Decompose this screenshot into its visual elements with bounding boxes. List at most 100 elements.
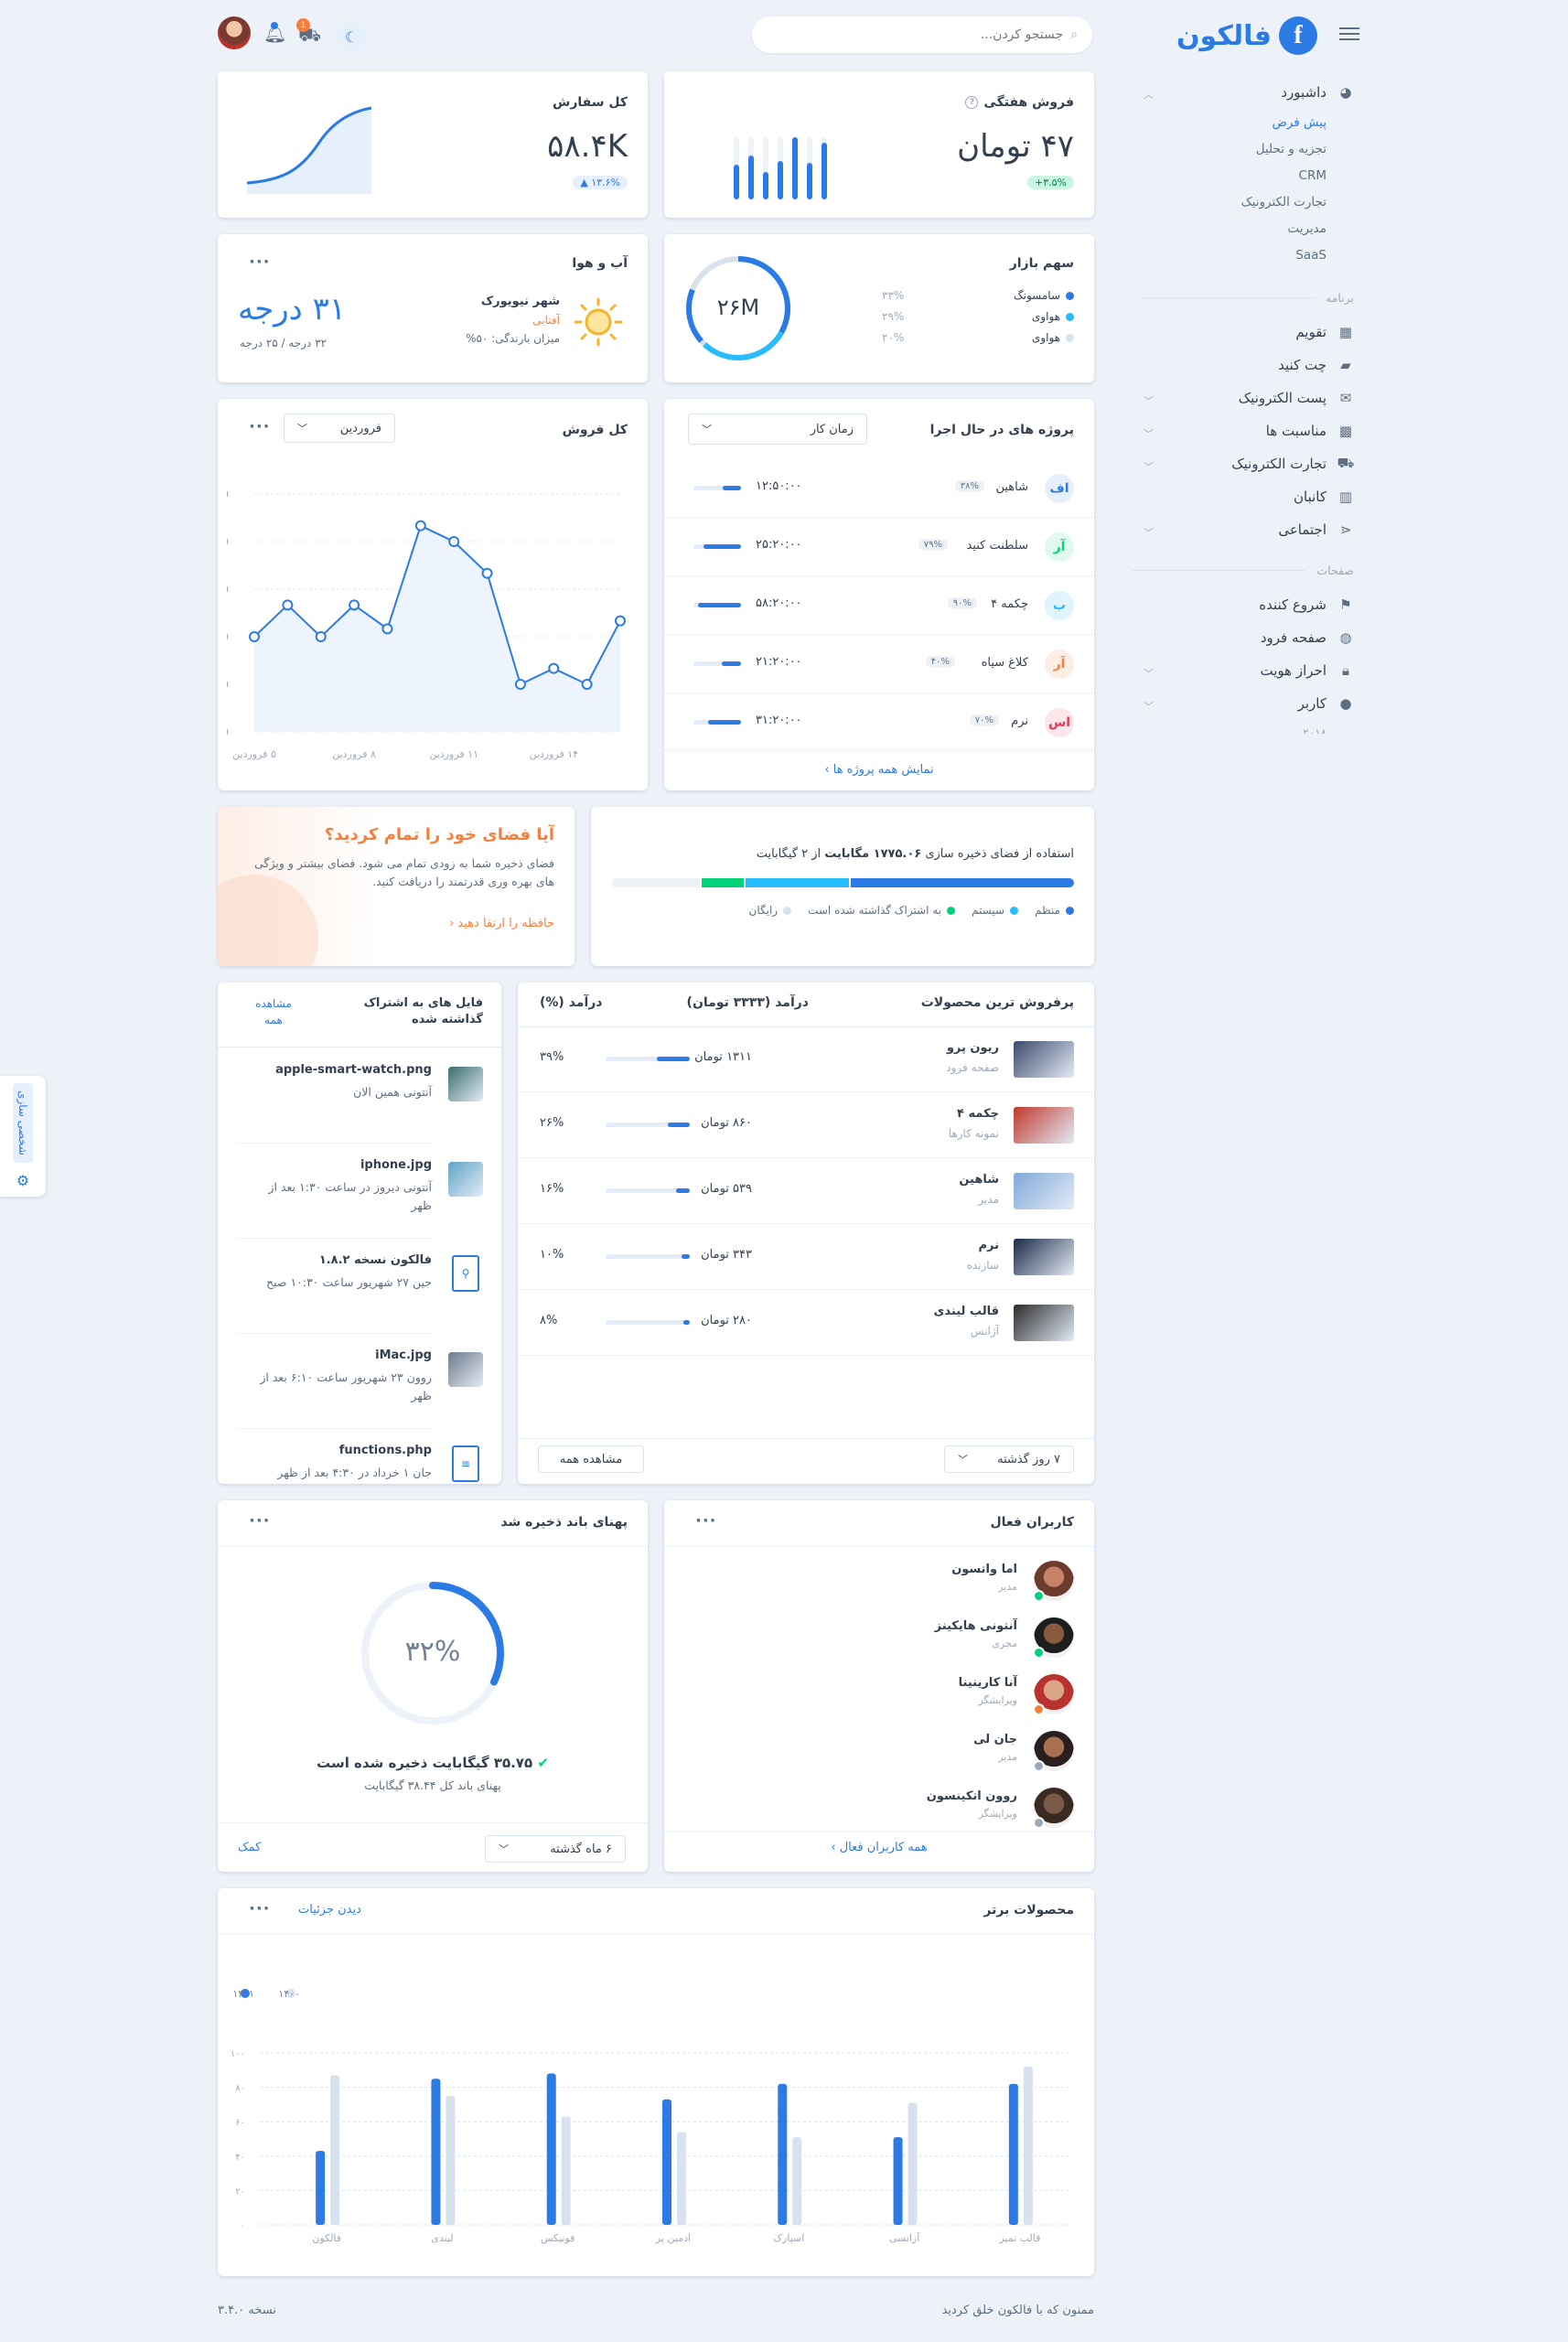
nav-sub-analytics[interactable]: تجزیه و تحلیل	[1256, 142, 1326, 156]
user-name[interactable]: جان لی	[973, 1733, 1017, 1746]
nav-events[interactable]: ▩ مناسبت ها	[1266, 423, 1354, 439]
nav-sub-management[interactable]: مدیریت	[1287, 221, 1326, 236]
file-item[interactable]: apple-smart-watch.png آنتونی همین الان	[218, 1063, 501, 1158]
file-item[interactable]: ≡ functions.php جان ۱ خرداد در ۴:۳۰ بعد از…	[218, 1444, 501, 1484]
product-name[interactable]: نرم	[979, 1239, 1000, 1252]
customize-tab[interactable]: شخصی سازی ⚙	[0, 1076, 46, 1197]
nav-landing[interactable]: ◍ صفحه فرود	[1261, 629, 1354, 646]
more-options-icon[interactable]: ···	[249, 417, 271, 436]
file-item[interactable]: iphone.jpg آنتونی دیروز در ساعت ۱:۳۰ بعد …	[218, 1158, 501, 1253]
line-point[interactable]	[381, 623, 393, 635]
user-name[interactable]: روون اتکینسون	[927, 1789, 1017, 1803]
period-select[interactable]: ۷ روز گذشته ﹀	[944, 1445, 1074, 1473]
nav-ecommerce[interactable]: ⛟ تجارت الکترونیک	[1231, 455, 1354, 472]
project-row[interactable]: اس نرم ۷۰% ۳۱:۲۰:۰۰	[664, 693, 1094, 752]
file-item[interactable]: ⚲ فالکون نسخه ۱.۸.۲ جین ۲۷ شهریور ساعت ۱۰:…	[218, 1253, 501, 1348]
chevron-up-icon[interactable]: ︿	[1144, 87, 1154, 102]
line-point[interactable]	[581, 679, 593, 690]
nav-social[interactable]: ⋖ اجتماعی	[1278, 521, 1354, 538]
user-name[interactable]: اما واتسون	[951, 1563, 1017, 1576]
file-name[interactable]: apple-smart-watch.png	[275, 1063, 432, 1077]
product-name[interactable]: شاهین	[959, 1173, 999, 1187]
line-point[interactable]	[615, 615, 626, 627]
project-row[interactable]: آر سلطنت کنید ۷۹% ۲۵:۲۰:۰۰	[664, 518, 1094, 576]
all-active-users-link[interactable]: همه کاربران فعال ›	[664, 1841, 1094, 1854]
line-point[interactable]	[315, 631, 327, 642]
table-row[interactable]: ریون پرو صفحه فرود ۱۳۱۱ تومان ۳۹%	[518, 1026, 1094, 1092]
month-select[interactable]: فروردین ﹀	[284, 414, 395, 443]
question-icon[interactable]: ?	[965, 96, 979, 109]
nav-sub-saas[interactable]: SaaS	[1295, 248, 1326, 263]
product-name[interactable]: چکمه ۴	[957, 1107, 999, 1121]
bar[interactable]	[662, 2099, 671, 2225]
table-row[interactable]: شاهین مدیر ۵۳۹ تومان ۱۶%	[518, 1158, 1094, 1224]
project-row[interactable]: اف شاهین ۳۸% ۱۲:۵۰:۰۰	[664, 459, 1094, 518]
nav-calendar[interactable]: ▦ تقویم	[1295, 324, 1354, 340]
menu-toggle-icon[interactable]	[1339, 27, 1359, 42]
bar[interactable]	[893, 2137, 903, 2225]
bar[interactable]	[431, 2079, 441, 2225]
nav-sub-default[interactable]: پیش فرض	[1272, 115, 1326, 130]
table-row[interactable]: قالب لیندی آژانس ۲۸۰ تومان ۸%	[518, 1290, 1094, 1356]
active-user-row[interactable]: آنتونی هایکینز مجری	[664, 1608, 1094, 1665]
chevron-down-icon[interactable]: ﹀	[1144, 525, 1154, 540]
file-name[interactable]: functions.php	[339, 1444, 432, 1457]
notifications-button[interactable]: 🔔︎	[263, 22, 286, 44]
bar[interactable]	[561, 2116, 571, 2225]
line-point[interactable]	[548, 662, 560, 674]
bar[interactable]	[1023, 2067, 1033, 2225]
help-link[interactable]: کمک	[238, 1841, 261, 1854]
more-options-icon[interactable]: ···	[249, 1899, 271, 1918]
line-point[interactable]	[514, 679, 526, 690]
theme-toggle[interactable]: ☾	[337, 22, 366, 51]
bar[interactable]	[677, 2132, 686, 2225]
active-user-row[interactable]: روون اتکینسون ویرایشگر	[664, 1778, 1094, 1835]
bar[interactable]	[316, 2151, 326, 2225]
chevron-down-icon[interactable]: ﹀	[1144, 666, 1154, 681]
nav-user[interactable]: ● کاربر	[1298, 695, 1354, 712]
table-row[interactable]: نرم سازنده ۳۴۳ تومان ۱۰%	[518, 1224, 1094, 1290]
chevron-down-icon[interactable]: ﹀	[1144, 393, 1154, 408]
search-input[interactable]	[789, 27, 1064, 42]
bar[interactable]	[908, 2102, 918, 2225]
line-point[interactable]	[414, 520, 426, 532]
bar[interactable]	[778, 2083, 788, 2225]
project-row[interactable]: ب چکمه ۴ ۹۰% ۵۸:۲۰:۰۰	[664, 576, 1094, 635]
more-options-icon[interactable]: ···	[695, 1511, 717, 1531]
active-user-row[interactable]: جان لی مدیر	[664, 1722, 1094, 1778]
see-details-link[interactable]: دیدن جزئیات	[298, 1903, 361, 1917]
cart-button[interactable]: ⛟ 1	[296, 18, 321, 48]
bar[interactable]	[1008, 2083, 1018, 2225]
product-name[interactable]: ریون پرو	[947, 1041, 999, 1055]
view-all-button[interactable]: مشاهده همه	[538, 1445, 644, 1473]
nav-starter[interactable]: ⚑ شروع کننده	[1259, 596, 1354, 613]
bar[interactable]	[446, 2096, 456, 2225]
show-all-projects-link[interactable]: نمایش همه پروژه ها ›	[664, 763, 1094, 777]
file-name[interactable]: iMac.jpg	[375, 1348, 432, 1362]
bar[interactable]	[546, 2073, 556, 2225]
table-row[interactable]: چکمه ۴ نمونه کارها ۸۶۰ تومان ۲۶%	[518, 1092, 1094, 1158]
nav-email[interactable]: ✉ پست الکترونیک	[1239, 390, 1354, 406]
user-avatar[interactable]	[218, 16, 251, 49]
file-name[interactable]: iphone.jpg	[360, 1158, 432, 1172]
more-options-icon[interactable]: ···	[249, 1511, 271, 1531]
chevron-down-icon[interactable]: ﹀	[1144, 426, 1154, 441]
brand-logo[interactable]: f فالکون	[1176, 16, 1317, 55]
search-box[interactable]: ⌕	[752, 16, 1092, 53]
six-months-select[interactable]: ۶ ماه گذشته ﹀	[485, 1835, 626, 1863]
bar[interactable]	[792, 2137, 802, 2225]
nav-dashboard[interactable]: ◕ داشبورد	[1281, 84, 1354, 101]
active-user-row[interactable]: آنا کارینینا ویرایشگر	[664, 1665, 1094, 1722]
nav-sub-ecommerce[interactable]: تجارت الکترونیک	[1241, 195, 1326, 209]
line-point[interactable]	[249, 631, 260, 642]
user-name[interactable]: آنتونی هایکینز	[935, 1619, 1017, 1633]
line-point[interactable]	[481, 567, 493, 579]
nav-sub-crm[interactable]: CRM	[1299, 168, 1326, 183]
chevron-down-icon[interactable]: ﹀	[1144, 699, 1154, 714]
line-point[interactable]	[282, 599, 294, 611]
chevron-down-icon[interactable]: ﹀	[1144, 459, 1154, 474]
shared-files-view-all[interactable]: مشاهده همه	[249, 995, 298, 1028]
line-point[interactable]	[448, 536, 460, 547]
nav-chat[interactable]: ▰ چت کنید	[1278, 357, 1354, 373]
active-user-row[interactable]: اما واتسون مدیر	[664, 1552, 1094, 1608]
